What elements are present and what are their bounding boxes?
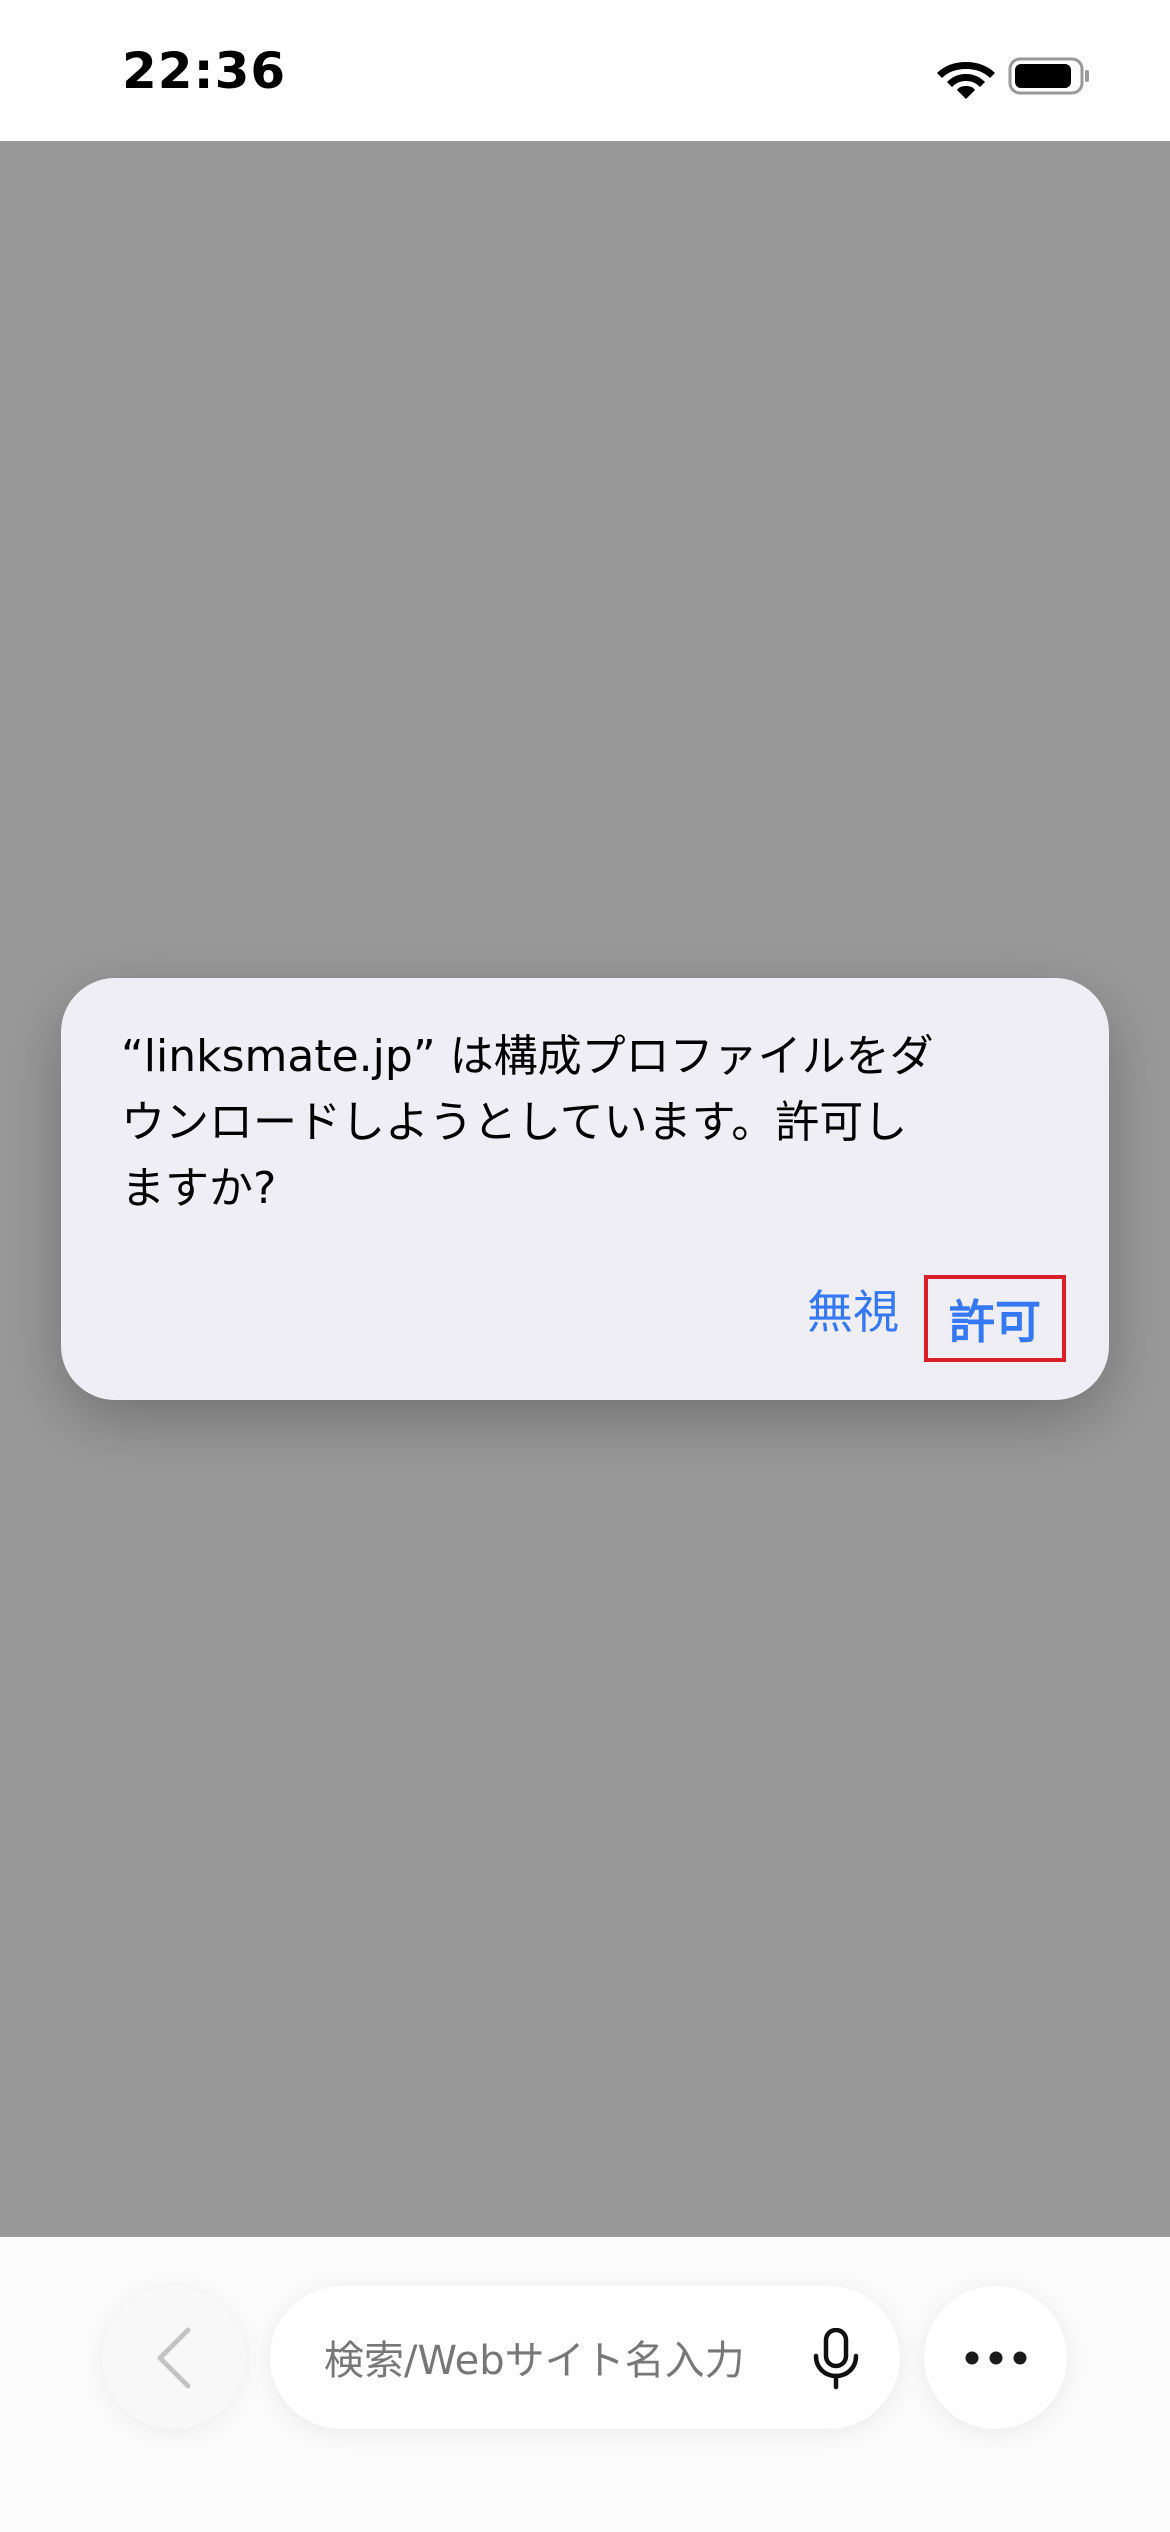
bottom-toolbar: 検索/Webサイト名入力 — [0, 2237, 1170, 2532]
ellipsis-icon — [965, 2351, 1026, 2364]
battery-icon — [1008, 57, 1089, 95]
wifi-icon — [937, 62, 995, 99]
search-placeholder: 検索/Webサイト名入力 — [324, 2338, 745, 2384]
microphone-icon[interactable] — [810, 2328, 862, 2390]
status-bar: 22:36 — [0, 0, 1170, 141]
ignore-button[interactable]: 無視 — [793, 1274, 913, 1344]
status-time: 22:36 — [122, 42, 287, 100]
search-input[interactable]: 検索/Webサイト名入力 — [270, 2286, 900, 2429]
back-button[interactable] — [102, 2286, 245, 2429]
chevron-left-icon — [157, 2327, 190, 2388]
alert-message: “linksmate.jp” は構成プロファイルをダ ウンロードしようとしていま… — [121, 1031, 934, 1214]
allow-button[interactable]: 許可 — [924, 1275, 1066, 1362]
more-options-button[interactable] — [924, 2286, 1067, 2429]
download-profile-alert: “linksmate.jp” は構成プロファイルをダ ウンロードしようとしていま… — [61, 978, 1109, 1400]
